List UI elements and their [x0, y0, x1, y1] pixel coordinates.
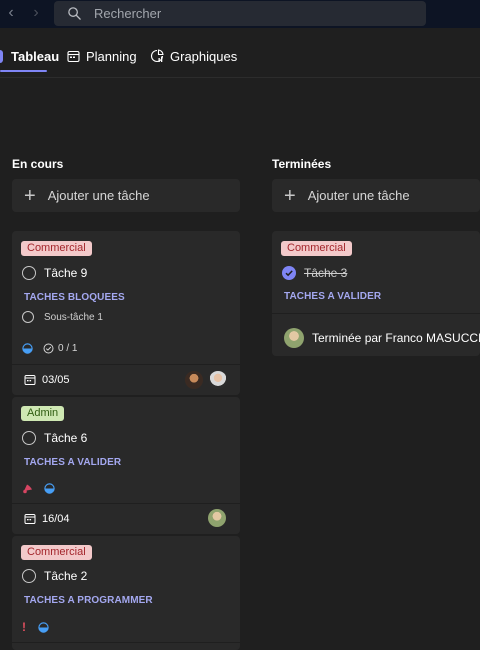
task-title: Tâche 2: [44, 569, 88, 583]
task-card[interactable]: Admin Tâche 6 TACHES A VALIDER 16/04: [12, 397, 240, 534]
plus-icon: +: [24, 184, 36, 207]
label-badge: Commercial: [281, 241, 352, 256]
tab-label: Graphiques: [170, 48, 238, 64]
assignee-avatar[interactable]: [208, 509, 226, 527]
complete-checkbox[interactable]: [22, 569, 36, 583]
top-bar: ‹ › Rechercher: [0, 0, 480, 28]
search-input[interactable]: Rechercher: [94, 6, 161, 21]
checklist-value: 0 / 1: [58, 343, 78, 354]
plus-icon: +: [284, 184, 296, 207]
due-date-icon: [24, 513, 36, 524]
add-task-button[interactable]: + Ajouter une tâche: [12, 179, 240, 212]
due-date: 03/05: [42, 373, 70, 386]
bucket-name: TACHES A VALIDER: [284, 291, 382, 302]
completed-by-row: Terminée par Franco MASUCCI le...: [284, 328, 480, 348]
label-badge: Admin: [21, 406, 65, 421]
divider: [272, 313, 480, 314]
assignee-avatar[interactable]: [209, 371, 227, 389]
active-tab-indicator: [0, 70, 47, 72]
card-meta: !: [22, 620, 49, 634]
completed-check-icon[interactable]: [282, 266, 296, 280]
complete-checkbox[interactable]: [22, 431, 36, 445]
search-icon: [68, 7, 81, 20]
tab-planning[interactable]: Planning: [67, 46, 137, 66]
view-tabs: Tableau Planning Graphiques: [0, 28, 480, 78]
add-task-button[interactable]: + Ajouter une tâche: [272, 179, 480, 212]
label-badge: Commercial: [21, 545, 92, 560]
task-title-row: Tâche 2: [22, 569, 87, 583]
card-footer: 16/04: [12, 503, 240, 533]
checklist-icon: [43, 343, 54, 354]
complete-checkbox[interactable]: [22, 266, 36, 280]
search-box[interactable]: Rechercher: [54, 1, 426, 26]
task-card[interactable]: Commercial Tâche 3 TACHES A VALIDER Term…: [272, 231, 480, 356]
subtask-checkbox[interactable]: [22, 311, 34, 323]
urgent-icon: !: [22, 620, 26, 634]
subtask-title: Sous-tâche 1: [44, 311, 103, 323]
bucket-name: TACHES BLOQUEES: [24, 292, 125, 303]
due-date-icon: [24, 374, 36, 385]
column-title: En cours: [12, 157, 64, 171]
add-task-label: Ajouter une tâche: [47, 188, 150, 203]
chart-icon: [150, 49, 164, 63]
tab-label: Planning: [86, 48, 137, 64]
add-task-label: Ajouter une tâche: [307, 188, 410, 203]
column-title: Terminées: [272, 157, 332, 171]
task-card[interactable]: Commercial Tâche 9 TACHES BLOQUEES Sous-…: [12, 231, 240, 395]
task-title: Tâche 9: [44, 266, 88, 280]
bucket-name: TACHES A VALIDER: [24, 457, 122, 468]
tab-tableau[interactable]: Tableau: [0, 46, 59, 66]
checklist-count: 0 / 1: [43, 343, 77, 354]
tab-graphiques[interactable]: Graphiques: [150, 46, 237, 66]
tab-label: Tableau: [11, 48, 60, 64]
completed-by-text: Terminée par Franco MASUCCI le...: [312, 331, 480, 345]
important-bell-icon: [23, 484, 32, 494]
task-title-row: Tâche 3: [282, 266, 347, 280]
task-title-row: Tâche 6: [22, 431, 87, 445]
label-badge: Commercial: [21, 241, 92, 256]
task-title: Tâche 3: [304, 266, 348, 280]
progress-in-progress-icon: [22, 343, 33, 354]
bucket-name: TACHES A PROGRAMMER: [24, 595, 153, 606]
task-card[interactable]: Commercial Tâche 2 TACHES A PROGRAMMER !: [12, 536, 240, 650]
completed-by-avatar: [284, 328, 304, 348]
assignee-avatar[interactable]: [185, 371, 203, 389]
back-arrow-icon[interactable]: ‹: [2, 4, 20, 22]
subtask-row: Sous-tâche 1: [22, 311, 103, 323]
progress-in-progress-icon: [38, 621, 49, 633]
card-footer: [12, 642, 240, 650]
card-footer: 03/05: [12, 364, 240, 394]
forward-arrow-icon[interactable]: ›: [27, 4, 45, 22]
due-date: 16/04: [42, 512, 70, 525]
progress-in-progress-icon: [44, 482, 55, 494]
card-meta: 0 / 1: [22, 343, 77, 354]
card-meta: [22, 482, 55, 494]
task-title-row: Tâche 9: [22, 266, 87, 280]
task-title: Tâche 6: [44, 431, 88, 445]
calendar-icon: [67, 50, 80, 62]
board-icon: [0, 49, 3, 63]
